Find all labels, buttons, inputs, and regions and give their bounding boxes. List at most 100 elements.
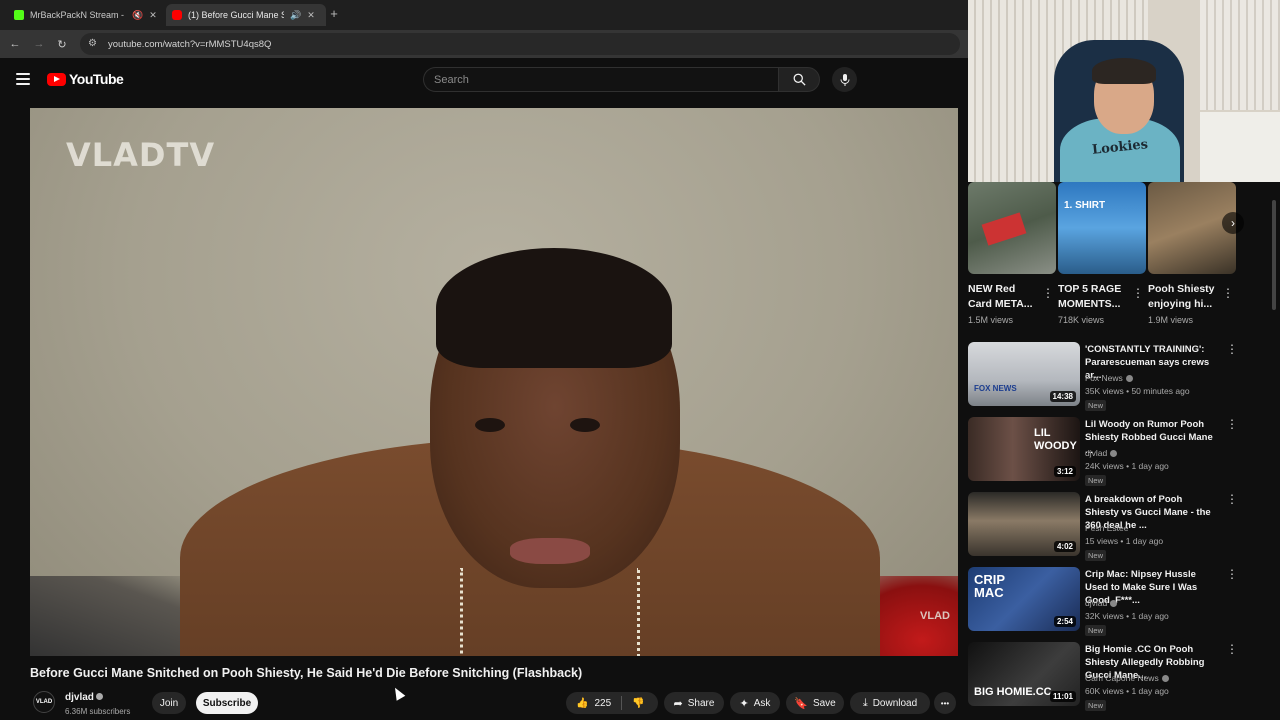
verified-badge-icon (1161, 675, 1169, 682)
search-input[interactable] (434, 73, 778, 86)
ask-button[interactable]: ✦ Ask (730, 692, 780, 714)
share-label: Share (687, 697, 715, 709)
recommendation-row: NEW Red Card META... ⋮ 1.5M views 1. SHI… (968, 182, 1268, 332)
forward-arrow-icon[interactable]: → (31, 36, 47, 52)
list-item[interactable]: CRIP MAC 2:54 Crip Mac: Nipsey Hussle Us… (968, 567, 1268, 637)
channel-name[interactable]: Fox News (1085, 373, 1133, 383)
new-badge: New (1085, 400, 1107, 411)
more-options-icon[interactable]: ⋮ (1226, 492, 1238, 506)
youtube-play-icon (47, 72, 66, 86)
channel-name[interactable]: djvlad (65, 692, 94, 703)
video-player[interactable]: VLADTV VLAD (30, 108, 958, 656)
channel-label[interactable]: Fox News (1085, 373, 1123, 383)
url-text[interactable]: youtube.com/watch?v=rMMSTU4qs8Q (108, 39, 271, 50)
rec-card-title[interactable]: Pooh Shiesty enjoying hi... (1148, 282, 1220, 312)
site-info-icon[interactable]: ⚙ (88, 38, 100, 50)
video-duration: 4:02 (1053, 541, 1076, 552)
video-thumbnail[interactable]: FOX NEWS 14:38 (968, 342, 1080, 406)
browser-toolbar: ← → ↻ ⚙ youtube.com/watch?v=rMMSTU4qs8Q (0, 30, 968, 58)
rec-card-thumbnail[interactable]: 1. SHIRT (1058, 182, 1146, 274)
browser-tab-youtube[interactable]: (1) Before Gucci Mane Snit 🔊 ✕ (166, 4, 326, 26)
verified-badge-icon (1110, 600, 1118, 607)
search-button[interactable] (778, 67, 820, 92)
browser-tab-bar: MrBackPackN Stream - Wa 🔇 ✕ (1) Before G… (0, 0, 968, 30)
more-options-icon[interactable]: ⋮ (1222, 286, 1234, 300)
share-button[interactable]: ➦ Share (664, 692, 724, 714)
video-thumbnail[interactable]: CRIP MAC 2:54 (968, 567, 1080, 631)
save-button[interactable]: 🔖 Save (786, 692, 844, 714)
youtube-wordmark: YouTube (69, 71, 124, 87)
rec-card-title[interactable]: TOP 5 RAGE MOMENTS... (1058, 282, 1130, 312)
download-button[interactable]: ⤓ Download (850, 692, 930, 714)
sparkle-icon: ✦ (739, 697, 749, 710)
subscriber-count: 6.36M subscribers (65, 707, 131, 716)
back-arrow-icon[interactable]: ← (7, 36, 23, 52)
channel-name[interactable]: djvlad (1085, 448, 1118, 458)
thumbs-up-icon[interactable]: 👍 (576, 698, 588, 709)
video-subject-mouth (510, 538, 590, 564)
channel-avatar[interactable]: VLAD (33, 691, 55, 713)
more-options-icon[interactable]: ⋮ (1226, 567, 1238, 581)
new-tab-button[interactable]: + (326, 6, 342, 21)
more-actions-button[interactable]: ••• (934, 692, 956, 714)
youtube-favicon-icon (172, 10, 182, 20)
thumbs-down-icon[interactable]: 👎 (632, 698, 644, 709)
hamburger-menu-icon[interactable] (16, 73, 30, 85)
rec-card-title[interactable]: NEW Red Card META... (968, 282, 1040, 312)
more-options-icon[interactable]: ⋮ (1226, 642, 1238, 656)
subscribe-button[interactable]: Subscribe (196, 692, 258, 714)
speaker-icon[interactable]: 🔊 (290, 10, 301, 21)
join-button[interactable]: Join (152, 692, 186, 714)
video-thumbnail[interactable]: LIL WOODY 3:12 (968, 417, 1080, 481)
muted-icon[interactable]: 🔇 (132, 10, 143, 21)
channel-watermark[interactable]: VLAD (920, 610, 950, 622)
rec-card[interactable]: 1. SHIRT TOP 5 RAGE MOMENTS... ⋮ 718K vi… (1058, 182, 1146, 325)
sidebar-scrollbar[interactable] (1272, 200, 1276, 310)
close-tab-icon[interactable]: ✕ (307, 10, 315, 21)
more-options-icon[interactable]: ⋮ (1042, 286, 1054, 300)
like-dislike-group: 👍 225 👎 (566, 692, 658, 714)
verified-badge-icon (96, 693, 103, 700)
browser-tab-stream[interactable]: MrBackPackN Stream - Wa 🔇 ✕ (8, 4, 168, 26)
rec-card-views: 1.9M views (1148, 315, 1194, 325)
new-badge: New (1085, 475, 1107, 486)
like-count[interactable]: 225 (594, 698, 611, 709)
rec-card-views: 718K views (1058, 315, 1105, 325)
list-item[interactable]: LIL WOODY 3:12 Lil Woody on Rumor Pooh S… (968, 417, 1268, 487)
rec-card[interactable]: NEW Red Card META... ⋮ 1.5M views (968, 182, 1056, 325)
close-tab-icon[interactable]: ✕ (149, 10, 157, 21)
more-options-icon[interactable]: ⋮ (1226, 417, 1238, 431)
list-item[interactable]: BIG HOMIE.CC 11:01 Big Homie .CC On Pooh… (968, 642, 1268, 712)
list-item[interactable]: FOX NEWS 14:38 'CONSTANTLY TRAINING': Pa… (968, 342, 1268, 412)
channel-name[interactable]: djvlad (1085, 598, 1118, 608)
rec-card-thumbnail[interactable] (968, 182, 1056, 274)
youtube-logo[interactable]: YouTube (47, 71, 124, 87)
thumbnail-text: 1. SHIRT (1064, 200, 1106, 211)
video-thumbnail[interactable]: BIG HOMIE.CC 11:01 (968, 642, 1080, 706)
video-duration: 11:01 (1049, 691, 1076, 702)
channel-name[interactable]: Pesh Estee (1085, 523, 1128, 533)
more-options-icon[interactable]: ⋮ (1132, 286, 1144, 300)
new-badge: New (1085, 700, 1107, 711)
youtube-header: YouTube (0, 58, 968, 104)
list-item[interactable]: 4:02 A breakdown of Pooh Shiesty vs Gucc… (968, 492, 1268, 562)
chevron-right-icon[interactable]: › (1222, 212, 1244, 234)
tab-title: (1) Before Gucci Mane Snit (188, 10, 284, 20)
channel-label[interactable]: djvlad (1085, 598, 1107, 608)
reload-icon[interactable]: ↻ (54, 36, 70, 52)
search-box[interactable] (423, 67, 778, 92)
channel-name[interactable]: Cam Capone News (1085, 673, 1169, 683)
address-bar[interactable]: ⚙ youtube.com/watch?v=rMMSTU4qs8Q (80, 33, 960, 55)
channel-label[interactable]: Cam Capone News (1085, 673, 1159, 683)
video-duration: 2:54 (1053, 616, 1076, 627)
voice-search-button[interactable] (832, 67, 857, 92)
channel-label[interactable]: djvlad (1085, 448, 1107, 458)
video-thumbnail[interactable]: 4:02 (968, 492, 1080, 556)
mouse-cursor-icon (390, 685, 406, 701)
new-badge: New (1085, 550, 1107, 561)
webcam-window-blinds (1200, 0, 1280, 110)
video-subject-chain (460, 568, 640, 656)
more-options-icon[interactable]: ⋮ (1226, 342, 1238, 356)
video-meta: 32K views • 1 day ago (1085, 611, 1169, 621)
video-meta: 15 views • 1 day ago (1085, 536, 1164, 546)
